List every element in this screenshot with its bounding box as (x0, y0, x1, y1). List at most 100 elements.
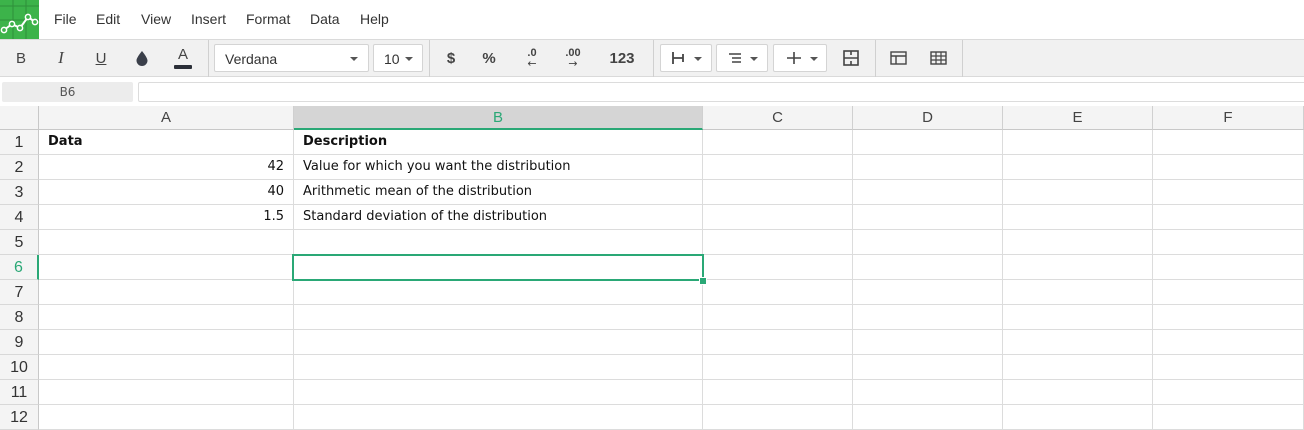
menu-edit[interactable]: Edit (96, 11, 120, 27)
cell-e10[interactable] (1003, 355, 1153, 380)
cell-b11[interactable] (294, 380, 703, 405)
row-header-1[interactable]: 1 (0, 130, 39, 155)
menu-insert[interactable]: Insert (191, 11, 226, 27)
cell-d5[interactable] (853, 230, 1003, 255)
row-header-8[interactable]: 8 (0, 305, 39, 330)
font-family-select[interactable]: Verdana (214, 44, 369, 72)
cell-d1[interactable] (853, 130, 1003, 155)
row-header-12[interactable]: 12 (0, 405, 39, 430)
font-size-select[interactable]: 10 (373, 44, 423, 72)
cell-f8[interactable] (1153, 305, 1304, 330)
italic-button[interactable]: I (45, 40, 77, 76)
cell-e7[interactable] (1003, 280, 1153, 305)
cell-a4[interactable]: 1.5 (39, 205, 294, 230)
spreadsheet-grid[interactable]: A B C D E F 1 2 3 4 5 6 7 8 9 10 11 12 D… (0, 106, 1304, 430)
cell-b10[interactable] (294, 355, 703, 380)
cell-e9[interactable] (1003, 330, 1153, 355)
cell-d2[interactable] (853, 155, 1003, 180)
horizontal-align-select[interactable] (660, 44, 712, 72)
cell-a7[interactable] (39, 280, 294, 305)
cell-d9[interactable] (853, 330, 1003, 355)
menu-format[interactable]: Format (246, 11, 290, 27)
cell-f3[interactable] (1153, 180, 1304, 205)
row-header-6[interactable]: 6 (0, 255, 39, 280)
cell-f1[interactable] (1153, 130, 1304, 155)
menu-view[interactable]: View (141, 11, 171, 27)
row-header-9[interactable]: 9 (0, 330, 39, 355)
cell-f4[interactable] (1153, 205, 1304, 230)
vertical-align-select[interactable] (773, 44, 827, 72)
cell-d4[interactable] (853, 205, 1003, 230)
cell-c4[interactable] (703, 205, 853, 230)
column-header-f[interactable]: F (1153, 106, 1304, 130)
cell-a5[interactable] (39, 230, 294, 255)
percent-format-button[interactable]: % (474, 40, 504, 76)
menu-help[interactable]: Help (360, 11, 389, 27)
app-logo-icon[interactable] (0, 0, 39, 39)
cell-b3[interactable]: Arithmetic mean of the distribution (294, 180, 703, 205)
menu-file[interactable]: File (54, 11, 77, 27)
merge-cells-button[interactable] (836, 40, 866, 76)
cell-c3[interactable] (703, 180, 853, 205)
select-all-corner[interactable] (0, 106, 39, 130)
formula-input[interactable] (138, 82, 1304, 102)
cell-b6[interactable] (294, 255, 703, 280)
column-header-b[interactable]: B (294, 106, 703, 130)
cell-c1[interactable] (703, 130, 853, 155)
cell-c10[interactable] (703, 355, 853, 380)
fill-handle[interactable] (699, 277, 707, 285)
cell-c5[interactable] (703, 230, 853, 255)
cell-d12[interactable] (853, 405, 1003, 430)
cell-f10[interactable] (1153, 355, 1304, 380)
cell-c8[interactable] (703, 305, 853, 330)
cell-a10[interactable] (39, 355, 294, 380)
text-wrap-select[interactable] (716, 44, 768, 72)
cell-a9[interactable] (39, 330, 294, 355)
row-header-2[interactable]: 2 (0, 155, 39, 180)
column-header-d[interactable]: D (853, 106, 1003, 130)
row-header-5[interactable]: 5 (0, 230, 39, 255)
cell-b8[interactable] (294, 305, 703, 330)
cell-b5[interactable] (294, 230, 703, 255)
cell-c12[interactable] (703, 405, 853, 430)
cell-e2[interactable] (1003, 155, 1153, 180)
row-header-7[interactable]: 7 (0, 280, 39, 305)
cell-f11[interactable] (1153, 380, 1304, 405)
cell-a11[interactable] (39, 380, 294, 405)
cell-e6[interactable] (1003, 255, 1153, 280)
cell-e3[interactable] (1003, 180, 1153, 205)
borders-button[interactable] (922, 40, 954, 76)
cell-e1[interactable] (1003, 130, 1153, 155)
cell-f9[interactable] (1153, 330, 1304, 355)
cell-d6[interactable] (853, 255, 1003, 280)
row-header-3[interactable]: 3 (0, 180, 39, 205)
cell-f12[interactable] (1153, 405, 1304, 430)
cell-c7[interactable] (703, 280, 853, 305)
row-header-11[interactable]: 11 (0, 380, 39, 405)
cell-c9[interactable] (703, 330, 853, 355)
name-box[interactable]: B6 (2, 82, 133, 102)
increase-decimals-button[interactable]: .00 → (557, 40, 589, 76)
currency-format-button[interactable]: $ (436, 40, 466, 76)
decrease-decimals-button[interactable]: .0 ← (516, 40, 548, 76)
row-header-10[interactable]: 10 (0, 355, 39, 380)
cell-c6[interactable] (703, 255, 853, 280)
cell-a1[interactable]: Data (39, 130, 294, 155)
bold-button[interactable]: B (5, 40, 37, 76)
cell-a8[interactable] (39, 305, 294, 330)
cell-c11[interactable] (703, 380, 853, 405)
cell-d11[interactable] (853, 380, 1003, 405)
cell-d10[interactable] (853, 355, 1003, 380)
cell-d3[interactable] (853, 180, 1003, 205)
cell-e5[interactable] (1003, 230, 1153, 255)
cell-b2[interactable]: Value for which you want the distributio… (294, 155, 703, 180)
text-color-button[interactable]: A (166, 40, 200, 76)
column-header-a[interactable]: A (39, 106, 294, 130)
cell-b4[interactable]: Standard deviation of the distribution (294, 205, 703, 230)
number-format-button[interactable]: 123 (600, 40, 644, 76)
column-header-e[interactable]: E (1003, 106, 1153, 130)
cell-b9[interactable] (294, 330, 703, 355)
cell-f5[interactable] (1153, 230, 1304, 255)
cell-c2[interactable] (703, 155, 853, 180)
cell-f6[interactable] (1153, 255, 1304, 280)
